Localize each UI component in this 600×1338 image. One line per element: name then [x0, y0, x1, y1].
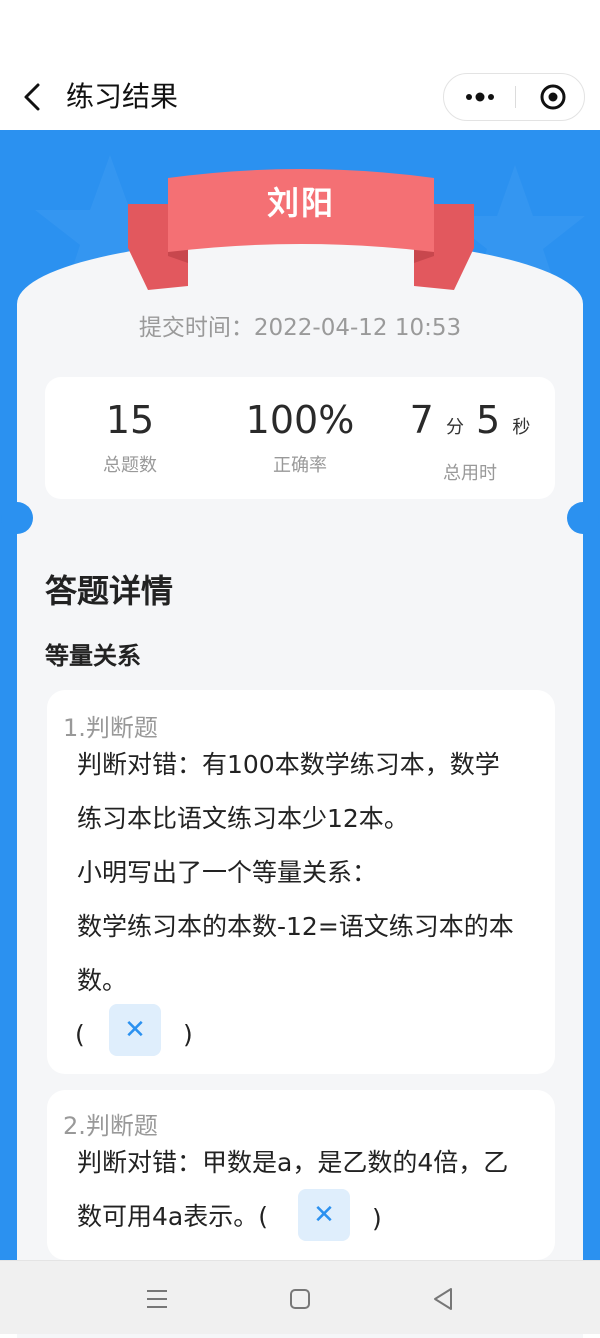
menu-button[interactable] [137, 1279, 177, 1319]
submit-time: 提交时间：2022-04-12 10:53 [0, 308, 600, 342]
card-notch-left [1, 502, 33, 534]
time-value: 7 分 5 秒 [385, 397, 555, 451]
total-count-label: 总题数 [103, 455, 157, 476]
home-square-icon [290, 1289, 310, 1309]
more-dots-icon [466, 92, 494, 102]
question-card[interactable]: 2.判断题 判断对错：甲数是a，是乙数的4倍，乙 数可用4a表示。( ✕ ) [47, 1090, 555, 1260]
more-button[interactable] [444, 74, 516, 120]
question-line: 小明写出了一个等量关系： [77, 858, 378, 887]
wrong-mark-icon: ✕ [313, 1200, 335, 1230]
answer-close-paren: ) [372, 1204, 382, 1233]
stat-time: 7 分 5 秒 总用时 [385, 397, 555, 485]
system-nav-bar [0, 1260, 600, 1334]
question-card[interactable]: 1.判断题 判断对错：有100本数学练习本，数学 练习本比语文练习本少12本。 … [47, 690, 555, 1074]
stat-accuracy: 100% 正确率 [215, 397, 385, 477]
target-icon [540, 84, 566, 110]
section-title: 等量关系 [45, 642, 141, 670]
accuracy-label: 正确率 [273, 455, 327, 476]
question-line: 数。 [77, 966, 128, 995]
page-title: 练习结果 [66, 80, 179, 113]
question-line: 判断对错：甲数是a，是乙数的4倍，乙 [77, 1148, 509, 1177]
answer-box: ✕ [109, 1004, 161, 1056]
question-line: 数学练习本的本数-12=语文练习本的本 [77, 912, 514, 941]
time-label: 总用时 [443, 463, 497, 484]
question-text: 判断对错：有100本数学练习本，数学 练习本比语文练习本少12本。 小明写出了一… [77, 738, 547, 1008]
answer-box: ✕ [298, 1189, 350, 1241]
student-name: 刘阳 [266, 184, 335, 222]
menu-icon [147, 1290, 167, 1308]
system-back-button[interactable] [423, 1279, 463, 1319]
back-triangle-icon [434, 1288, 452, 1310]
submit-time-value: 2022-04-12 10:53 [253, 315, 462, 341]
mini-program-capsule [443, 73, 585, 121]
question-line: 判断对错：有100本数学练习本，数学 [77, 750, 500, 779]
answer-close-paren: ) [183, 1020, 193, 1049]
time-seconds-unit: 秒 [512, 417, 531, 438]
wrong-mark-icon: ✕ [124, 1015, 146, 1045]
answer-open-paren: ( [75, 1020, 85, 1049]
time-seconds: 5 [476, 398, 501, 442]
question-line: 练习本比语文练习本少12本。 [77, 804, 409, 833]
submit-time-label: 提交时间： [138, 315, 254, 341]
stats-panel: 15 总题数 100% 正确率 7 分 5 秒 总用时 [45, 377, 555, 499]
nav-bar: 练习结果 [0, 64, 600, 130]
time-minutes: 7 [409, 398, 434, 442]
chevron-left-icon [24, 83, 40, 111]
total-count: 15 [105, 398, 155, 442]
accuracy-value: 100% [245, 398, 355, 442]
home-button[interactable] [280, 1279, 320, 1319]
back-button[interactable] [14, 78, 52, 116]
stat-total: 15 总题数 [45, 397, 215, 477]
details-title: 答题详情 [45, 572, 174, 610]
close-mini-program-button[interactable] [516, 74, 586, 120]
status-bar [0, 0, 600, 64]
time-minutes-unit: 分 [445, 417, 464, 438]
card-notch-right [567, 502, 599, 534]
